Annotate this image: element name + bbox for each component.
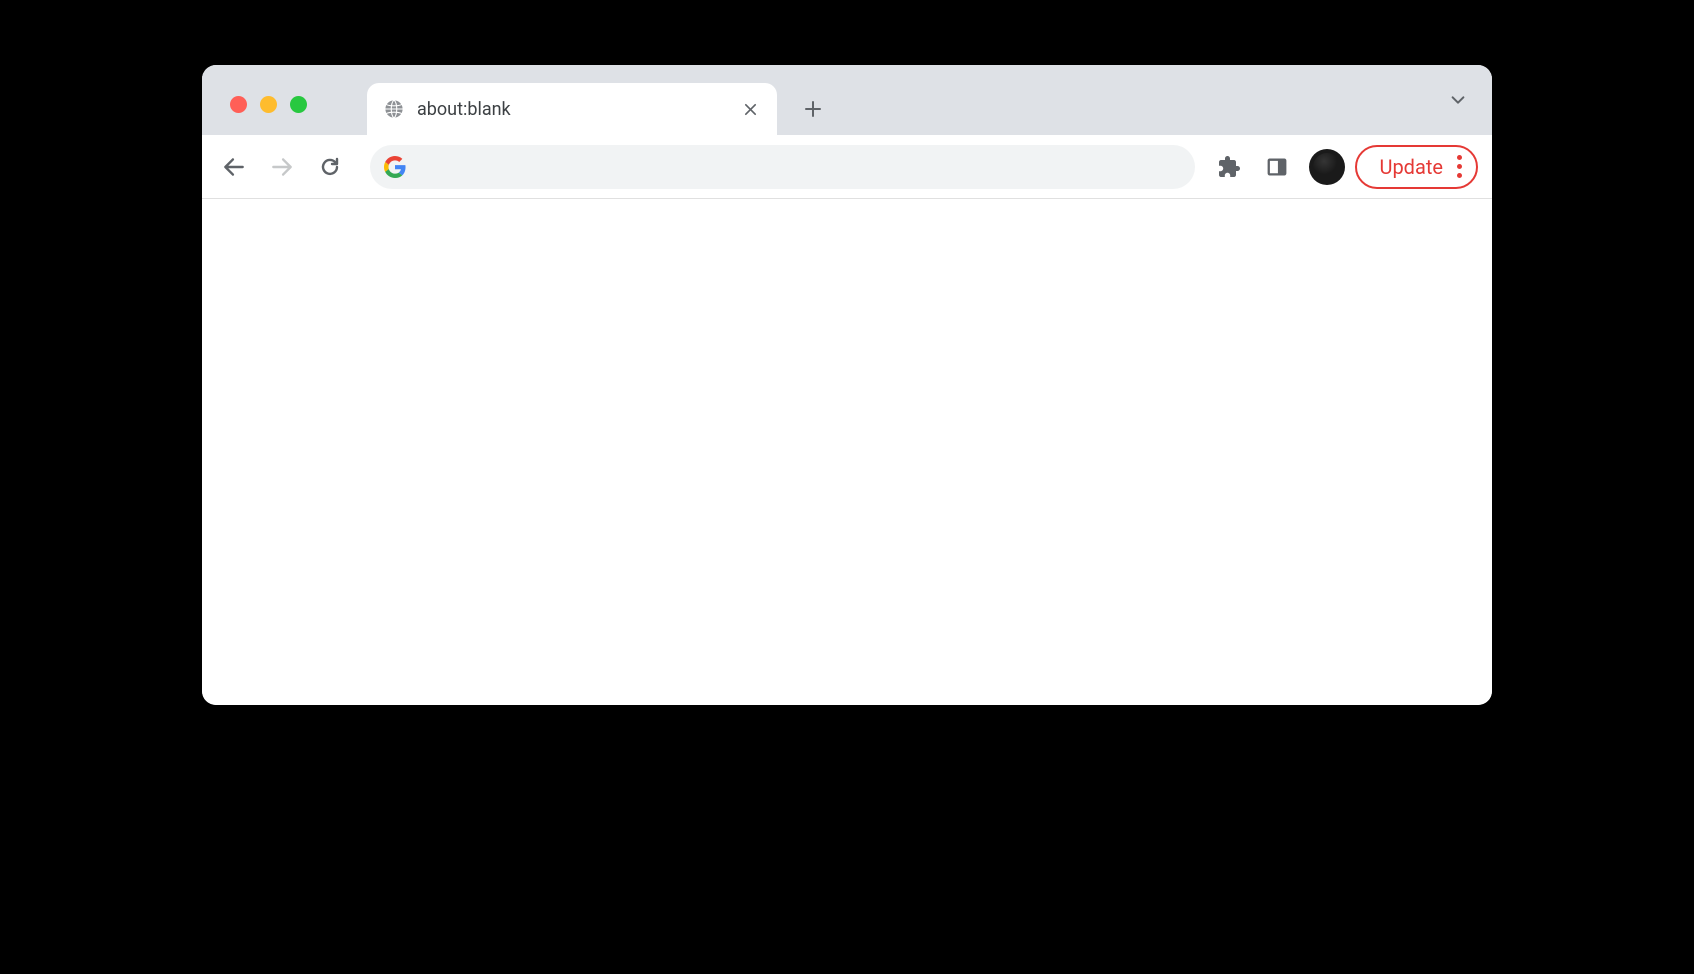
forward-button[interactable] [260, 145, 304, 189]
more-menu-icon [1457, 155, 1462, 178]
back-button[interactable] [212, 145, 256, 189]
window-minimize-button[interactable] [260, 96, 277, 113]
page-content [202, 199, 1492, 705]
toolbar: Update [202, 135, 1492, 199]
profile-avatar[interactable] [1309, 149, 1345, 185]
side-panel-button[interactable] [1255, 145, 1299, 189]
update-button[interactable]: Update [1355, 145, 1478, 189]
globe-icon [383, 98, 405, 120]
window-close-button[interactable] [230, 96, 247, 113]
reload-button[interactable] [308, 145, 352, 189]
browser-window: about:blank [202, 65, 1492, 705]
address-input[interactable] [416, 157, 1181, 177]
address-bar[interactable] [370, 145, 1195, 189]
window-controls [212, 96, 317, 135]
google-icon [384, 156, 406, 178]
tabs-dropdown-button[interactable] [1446, 88, 1470, 112]
tab-title: about:blank [417, 99, 739, 120]
tab-close-button[interactable] [739, 98, 761, 120]
tab-strip: about:blank [202, 65, 1492, 135]
window-maximize-button[interactable] [290, 96, 307, 113]
browser-tab[interactable]: about:blank [367, 83, 777, 135]
update-label: Update [1379, 155, 1443, 179]
new-tab-button[interactable] [795, 91, 831, 127]
extensions-button[interactable] [1207, 145, 1251, 189]
